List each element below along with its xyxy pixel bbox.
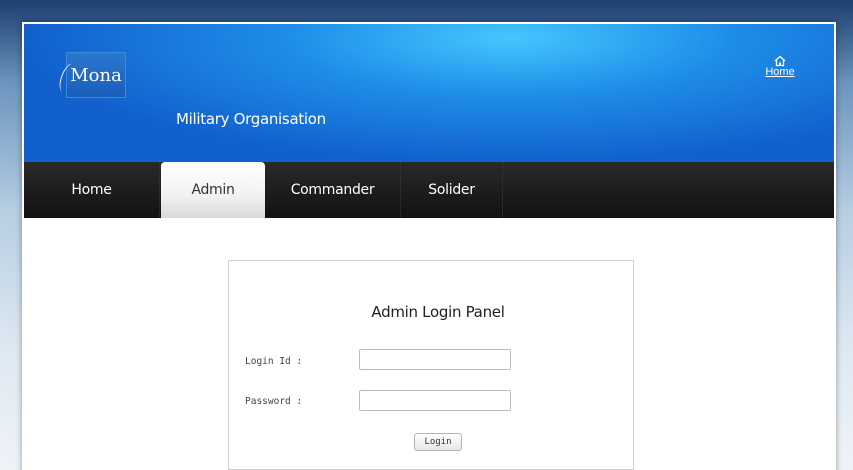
nav-item-label: Admin xyxy=(191,182,235,198)
site-header: Mona Military Organisation Home xyxy=(24,24,834,164)
login-button[interactable]: Login xyxy=(414,433,462,451)
nav-item-admin[interactable]: Admin xyxy=(161,162,265,218)
nav-item-commander[interactable]: Commander xyxy=(265,162,401,218)
nav-item-label: Solider xyxy=(428,182,475,198)
nav-item-home[interactable]: Home xyxy=(24,162,160,218)
login-id-label: Login Id : xyxy=(245,356,303,367)
admin-login-panel: Admin Login Panel Login Id : Password : … xyxy=(228,260,634,470)
page-container: Mona Military Organisation Home Home Adm… xyxy=(22,22,836,470)
home-link-label: Home xyxy=(765,66,795,78)
nav-item-label: Home xyxy=(71,182,112,198)
site-logo[interactable]: Mona xyxy=(56,52,126,98)
nav-item-label: Commander xyxy=(290,182,375,198)
main-nav: Home Admin Commander Solider xyxy=(24,162,834,218)
organisation-name: Military Organisation xyxy=(176,110,326,128)
header-home-link[interactable]: Home xyxy=(760,55,800,78)
login-id-input[interactable] xyxy=(359,349,511,370)
password-input[interactable] xyxy=(359,390,511,411)
password-label: Password : xyxy=(245,396,303,407)
login-panel-title: Admin Login Panel xyxy=(371,303,505,321)
nav-item-solider[interactable]: Solider xyxy=(401,162,503,218)
